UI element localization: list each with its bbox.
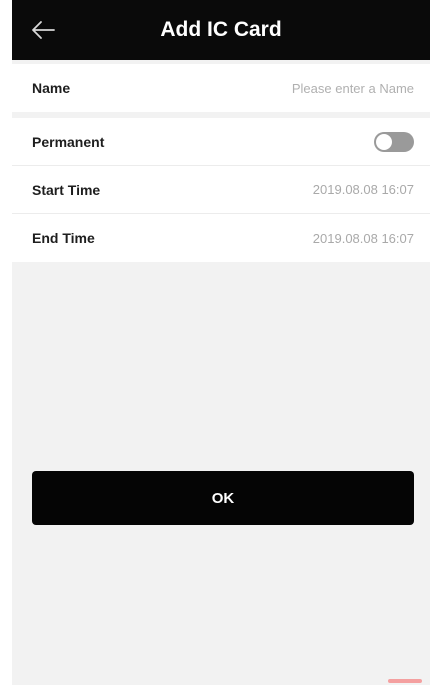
- end-time-label: End Time: [32, 230, 95, 246]
- permanent-toggle[interactable]: [374, 131, 414, 152]
- name-input[interactable]: [214, 80, 414, 96]
- header-bar: Add IC Card: [12, 0, 430, 60]
- toggle-knob: [376, 133, 392, 150]
- name-row: Name: [12, 64, 430, 112]
- start-time-value[interactable]: 2019.08.08 16:07: [313, 182, 414, 197]
- ok-button[interactable]: OK: [32, 471, 414, 525]
- end-time-row[interactable]: End Time 2019.08.08 16:07: [12, 214, 430, 262]
- end-time-value[interactable]: 2019.08.08 16:07: [313, 231, 414, 246]
- start-time-row[interactable]: Start Time 2019.08.08 16:07: [12, 166, 430, 214]
- validity-section: Permanent Start Time 2019.08.08 16:07 En…: [12, 118, 430, 262]
- start-time-label: Start Time: [32, 181, 101, 198]
- name-label: Name: [32, 80, 71, 96]
- name-section: Name: [12, 64, 430, 112]
- corner-mark: [388, 679, 422, 683]
- permanent-label: Permanent: [32, 133, 105, 150]
- app-screen: Add IC Card Name Permanent Start Time 20…: [12, 0, 430, 685]
- permanent-row: Permanent: [12, 118, 430, 166]
- page-title: Add IC Card: [160, 18, 282, 41]
